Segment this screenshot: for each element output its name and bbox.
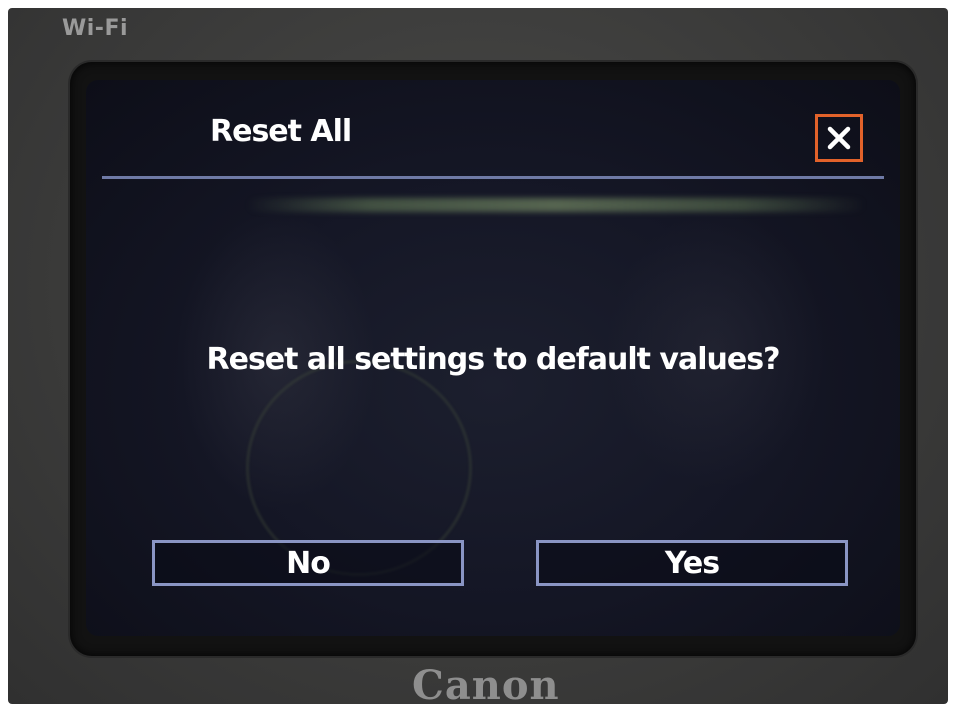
camera-body: Wi-Fi Reset All Reset all settings to de… [8, 8, 948, 704]
close-icon [827, 126, 851, 150]
close-button[interactable] [815, 114, 863, 162]
lcd-screen: Reset All Reset all settings to default … [86, 80, 900, 636]
title-divider [102, 176, 884, 179]
yes-button[interactable]: Yes [536, 540, 848, 586]
dialog-title: Reset All [210, 114, 352, 149]
glass-reflection [246, 198, 866, 212]
wifi-label: Wi-Fi [62, 16, 129, 41]
no-button[interactable]: No [152, 540, 464, 586]
dialog-message: Reset all settings to default values? [206, 342, 781, 377]
brand-logo: Canon [412, 662, 560, 704]
